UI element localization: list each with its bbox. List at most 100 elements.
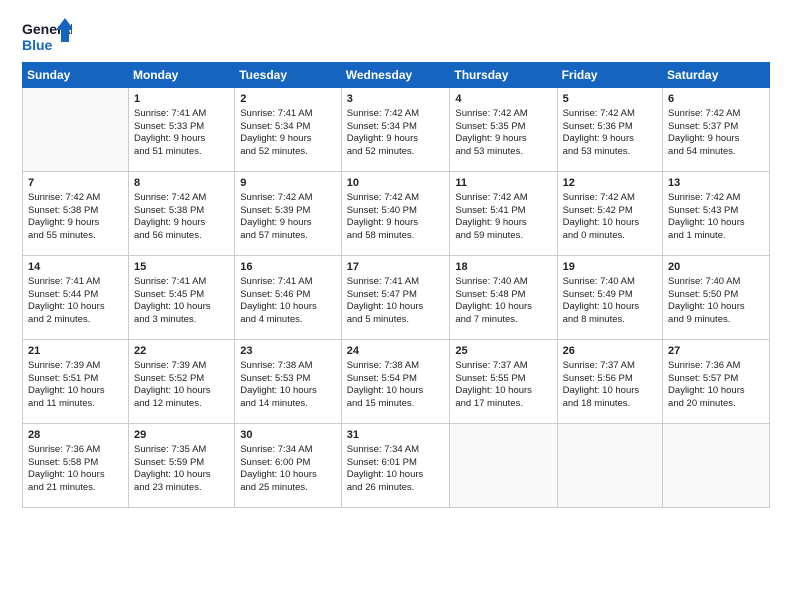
- calendar-week-row: 21Sunrise: 7:39 AMSunset: 5:51 PMDayligh…: [23, 340, 770, 424]
- day-info-line: Daylight: 10 hours: [563, 217, 657, 230]
- weekday-header: Friday: [557, 63, 662, 88]
- day-info-line: Sunset: 5:40 PM: [347, 205, 445, 218]
- day-number: 29: [134, 428, 229, 443]
- day-info-line: Sunrise: 7:42 AM: [240, 192, 336, 205]
- day-info-line: Daylight: 10 hours: [347, 385, 445, 398]
- day-info-line: Sunset: 5:46 PM: [240, 289, 336, 302]
- day-number: 25: [455, 344, 551, 359]
- day-info-line: and 5 minutes.: [347, 314, 445, 327]
- day-info-line: Daylight: 10 hours: [134, 301, 229, 314]
- calendar-cell: 6Sunrise: 7:42 AMSunset: 5:37 PMDaylight…: [663, 88, 770, 172]
- day-info-line: Sunrise: 7:37 AM: [455, 360, 551, 373]
- day-info-line: Daylight: 9 hours: [134, 217, 229, 230]
- calendar-cell: 22Sunrise: 7:39 AMSunset: 5:52 PMDayligh…: [128, 340, 234, 424]
- day-number: 2: [240, 92, 336, 107]
- day-info-line: and 4 minutes.: [240, 314, 336, 327]
- day-info-line: Sunset: 5:56 PM: [563, 373, 657, 386]
- logo: General Blue: [22, 18, 72, 54]
- day-info-line: Daylight: 9 hours: [240, 133, 336, 146]
- day-number: 24: [347, 344, 445, 359]
- day-info-line: Daylight: 10 hours: [240, 385, 336, 398]
- calendar-cell: 30Sunrise: 7:34 AMSunset: 6:00 PMDayligh…: [235, 424, 342, 508]
- day-number: 14: [28, 260, 123, 275]
- day-info-line: Daylight: 10 hours: [134, 469, 229, 482]
- calendar-cell: [450, 424, 557, 508]
- day-info-line: Sunset: 5:43 PM: [668, 205, 764, 218]
- calendar-cell: 9Sunrise: 7:42 AMSunset: 5:39 PMDaylight…: [235, 172, 342, 256]
- day-info-line: and 0 minutes.: [563, 230, 657, 243]
- calendar-cell: 26Sunrise: 7:37 AMSunset: 5:56 PMDayligh…: [557, 340, 662, 424]
- weekday-header: Sunday: [23, 63, 129, 88]
- day-info-line: Sunrise: 7:41 AM: [28, 276, 123, 289]
- calendar-cell: 1Sunrise: 7:41 AMSunset: 5:33 PMDaylight…: [128, 88, 234, 172]
- day-info-line: Sunrise: 7:41 AM: [240, 108, 336, 121]
- day-info-line: Sunset: 5:50 PM: [668, 289, 764, 302]
- calendar-cell: 4Sunrise: 7:42 AMSunset: 5:35 PMDaylight…: [450, 88, 557, 172]
- day-info-line: Sunrise: 7:35 AM: [134, 444, 229, 457]
- day-info-line: Sunrise: 7:42 AM: [563, 192, 657, 205]
- day-info-line: Daylight: 10 hours: [347, 301, 445, 314]
- day-number: 12: [563, 176, 657, 191]
- day-info-line: Sunset: 5:59 PM: [134, 457, 229, 470]
- day-info-line: and 1 minute.: [668, 230, 764, 243]
- day-info-line: Sunset: 5:36 PM: [563, 121, 657, 134]
- day-info-line: and 7 minutes.: [455, 314, 551, 327]
- day-info-line: Sunrise: 7:34 AM: [240, 444, 336, 457]
- day-info-line: and 58 minutes.: [347, 230, 445, 243]
- day-number: 7: [28, 176, 123, 191]
- calendar-cell: 16Sunrise: 7:41 AMSunset: 5:46 PMDayligh…: [235, 256, 342, 340]
- day-info-line: Sunset: 5:49 PM: [563, 289, 657, 302]
- day-info-line: Sunrise: 7:38 AM: [347, 360, 445, 373]
- day-info-line: Sunset: 5:48 PM: [455, 289, 551, 302]
- header-row: SundayMondayTuesdayWednesdayThursdayFrid…: [23, 63, 770, 88]
- day-info-line: Sunrise: 7:42 AM: [134, 192, 229, 205]
- calendar-cell: 18Sunrise: 7:40 AMSunset: 5:48 PMDayligh…: [450, 256, 557, 340]
- day-info-line: Sunset: 5:58 PM: [28, 457, 123, 470]
- day-number: 26: [563, 344, 657, 359]
- day-info-line: Daylight: 10 hours: [347, 469, 445, 482]
- day-info-line: Sunset: 5:44 PM: [28, 289, 123, 302]
- day-info-line: Sunrise: 7:42 AM: [455, 192, 551, 205]
- day-info-line: Sunrise: 7:39 AM: [134, 360, 229, 373]
- day-info-line: and 53 minutes.: [563, 146, 657, 159]
- day-info-line: and 14 minutes.: [240, 398, 336, 411]
- calendar-cell: 8Sunrise: 7:42 AMSunset: 5:38 PMDaylight…: [128, 172, 234, 256]
- day-info-line: Daylight: 9 hours: [240, 217, 336, 230]
- weekday-header: Saturday: [663, 63, 770, 88]
- day-info-line: and 8 minutes.: [563, 314, 657, 327]
- day-info-line: Sunset: 5:52 PM: [134, 373, 229, 386]
- day-info-line: and 51 minutes.: [134, 146, 229, 159]
- day-info-line: Daylight: 9 hours: [455, 133, 551, 146]
- day-info-line: Daylight: 9 hours: [668, 133, 764, 146]
- day-info-line: Sunset: 5:37 PM: [668, 121, 764, 134]
- day-info-line: Daylight: 10 hours: [240, 469, 336, 482]
- day-info-line: Sunrise: 7:40 AM: [563, 276, 657, 289]
- calendar-cell: 2Sunrise: 7:41 AMSunset: 5:34 PMDaylight…: [235, 88, 342, 172]
- day-number: 22: [134, 344, 229, 359]
- calendar-cell: 14Sunrise: 7:41 AMSunset: 5:44 PMDayligh…: [23, 256, 129, 340]
- day-info-line: and 11 minutes.: [28, 398, 123, 411]
- day-info-line: Sunrise: 7:42 AM: [347, 108, 445, 121]
- day-info-line: Sunrise: 7:38 AM: [240, 360, 336, 373]
- day-number: 20: [668, 260, 764, 275]
- day-info-line: Sunset: 5:35 PM: [455, 121, 551, 134]
- day-info-line: and 54 minutes.: [668, 146, 764, 159]
- calendar-cell: 31Sunrise: 7:34 AMSunset: 6:01 PMDayligh…: [341, 424, 450, 508]
- calendar-page: General Blue SundayMondayTuesdayWednesda…: [0, 0, 792, 518]
- day-info-line: Daylight: 10 hours: [455, 301, 551, 314]
- weekday-header: Monday: [128, 63, 234, 88]
- calendar-body: 1Sunrise: 7:41 AMSunset: 5:33 PMDaylight…: [23, 88, 770, 508]
- weekday-header: Thursday: [450, 63, 557, 88]
- calendar-table: SundayMondayTuesdayWednesdayThursdayFrid…: [22, 62, 770, 508]
- day-info-line: and 3 minutes.: [134, 314, 229, 327]
- day-info-line: Daylight: 10 hours: [563, 385, 657, 398]
- day-info-line: Daylight: 9 hours: [347, 133, 445, 146]
- day-info-line: Daylight: 10 hours: [563, 301, 657, 314]
- day-info-line: and 17 minutes.: [455, 398, 551, 411]
- day-info-line: Daylight: 10 hours: [28, 469, 123, 482]
- day-info-line: Daylight: 10 hours: [668, 301, 764, 314]
- day-number: 21: [28, 344, 123, 359]
- day-info-line: Sunrise: 7:42 AM: [455, 108, 551, 121]
- day-info-line: Sunrise: 7:42 AM: [668, 108, 764, 121]
- day-number: 4: [455, 92, 551, 107]
